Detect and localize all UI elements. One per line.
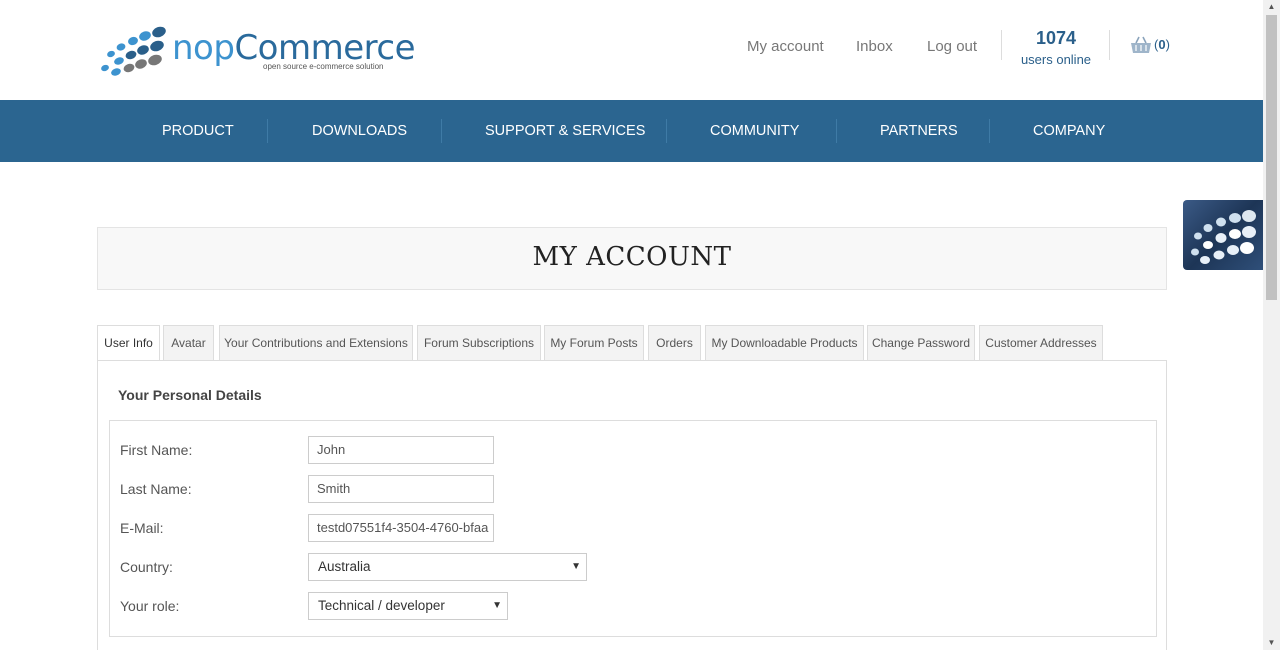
email-label: E-Mail: (120, 520, 164, 536)
users-online-label: users online (1020, 52, 1092, 67)
tab-orders[interactable]: Orders (648, 325, 701, 361)
tab-contributions-extensions[interactable]: Your Contributions and Extensions (219, 325, 413, 361)
page-scrollbar[interactable]: ▲ ▼ (1263, 0, 1280, 650)
page-title-box: MY ACCOUNT (97, 227, 1167, 290)
nav-separator (836, 119, 837, 143)
main-nav: PRODUCT DOWNLOADS SUPPORT & SERVICES COM… (0, 100, 1263, 162)
tab-change-password[interactable]: Change Password (867, 325, 975, 361)
shopping-basket-icon (1131, 36, 1151, 53)
section-title: Your Personal Details (118, 387, 262, 403)
country-select[interactable]: Australia ▼ (308, 553, 587, 581)
nav-separator (441, 119, 442, 143)
first-name-input[interactable]: John (308, 436, 494, 464)
tab-avatar[interactable]: Avatar (163, 325, 214, 361)
nav-item-community[interactable]: COMMUNITY (710, 100, 799, 162)
tab-customer-addresses[interactable]: Customer Addresses (979, 325, 1103, 361)
site-header: nopCommerce open source e-commerce solut… (0, 0, 1263, 100)
cart-button[interactable]: (0) (1130, 36, 1174, 56)
brand-tagline: open source e-commerce solution (263, 62, 384, 71)
inbox-link[interactable]: Inbox (856, 38, 893, 55)
nav-separator (267, 119, 268, 143)
nav-separator (989, 119, 990, 143)
users-online-count: 1074 (1035, 28, 1077, 48)
dots-logo-icon (1191, 210, 1256, 264)
header-divider (1109, 30, 1110, 60)
role-select[interactable]: Technical / developer ▼ (308, 592, 508, 620)
cart-count-close: ) (1165, 37, 1170, 52)
last-name-label: Last Name: (120, 481, 192, 497)
tab-forum-subscriptions[interactable]: Forum Subscriptions (417, 325, 541, 361)
role-select-value: Technical / developer (318, 598, 445, 613)
nav-item-support-services[interactable]: SUPPORT & SERVICES (485, 100, 645, 162)
tab-my-forum-posts[interactable]: My Forum Posts (544, 325, 644, 361)
brand-name-part1: nop (172, 28, 235, 68)
scroll-up-icon[interactable]: ▲ (1263, 0, 1280, 14)
tab-user-info[interactable]: User Info (97, 325, 160, 362)
caret-down-icon: ▼ (571, 561, 581, 572)
last-name-input[interactable]: Smith (308, 475, 494, 503)
scroll-thumb[interactable] (1266, 15, 1277, 300)
cart-count: (0) (1154, 37, 1170, 52)
user-info-panel: Your Personal Details First Name: John L… (97, 360, 1167, 650)
nav-item-product[interactable]: PRODUCT (162, 100, 234, 162)
chat-widget[interactable] (1183, 200, 1263, 270)
cart-count-value: 0 (1158, 37, 1166, 52)
site-logo[interactable]: nopCommerce open source e-commerce solut… (97, 24, 415, 78)
caret-down-icon: ▼ (492, 600, 502, 611)
log-out-link[interactable]: Log out (927, 38, 977, 55)
nav-separator (666, 119, 667, 143)
header-divider (1001, 30, 1002, 60)
nav-item-company[interactable]: COMPANY (1033, 100, 1105, 162)
country-label: Country: (120, 559, 173, 575)
my-account-link[interactable]: My account (747, 38, 824, 55)
tab-my-downloadable-products[interactable]: My Downloadable Products (705, 325, 864, 361)
scroll-down-icon[interactable]: ▼ (1263, 636, 1280, 650)
nav-item-downloads[interactable]: DOWNLOADS (312, 100, 407, 162)
country-select-value: Australia (318, 559, 371, 574)
nav-item-partners[interactable]: PARTNERS (880, 100, 958, 162)
page-title: MY ACCOUNT (532, 242, 732, 272)
dots-logo-icon (101, 26, 166, 76)
personal-details-fieldset: First Name: John Last Name: Smith E-Mail… (109, 420, 1157, 637)
first-name-label: First Name: (120, 442, 193, 458)
role-label: Your role: (120, 598, 180, 614)
email-input[interactable]: testd07551f4-3504-4760-bfaa (308, 514, 494, 542)
